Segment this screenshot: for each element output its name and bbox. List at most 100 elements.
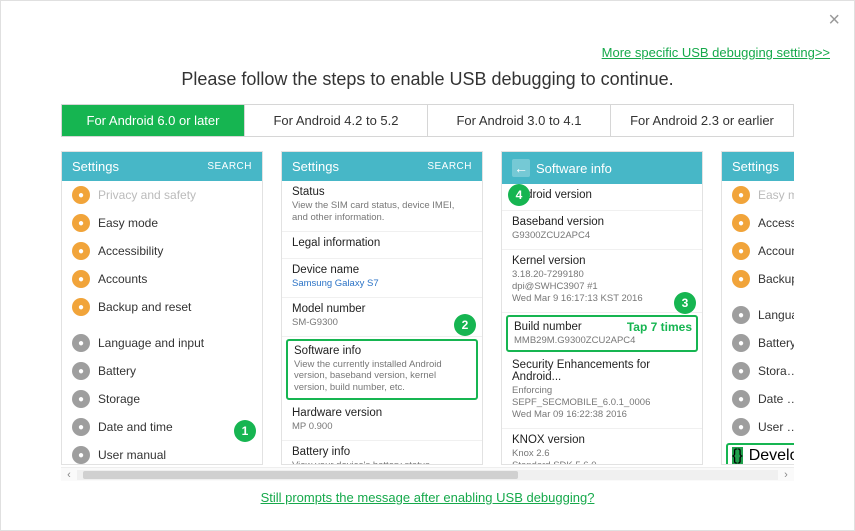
info-title: KNOX version [512, 434, 692, 446]
panel1-title: Settings [72, 159, 119, 174]
info-sub: Knox 2.6 Standard SDK 5.6.0 Premium SDK … [512, 448, 692, 464]
panel3-header: ← Software info [502, 152, 702, 184]
list-item[interactable]: ● Access [722, 209, 794, 237]
page-title: Please follow the steps to enable USB de… [1, 69, 854, 90]
scroll-thumb[interactable] [83, 471, 518, 479]
list-label: Backup [758, 272, 794, 286]
list-item[interactable]: ●Langua [722, 301, 794, 329]
setting-icon: ● [72, 298, 90, 316]
info-block[interactable]: Kernel version 3.18.20-7299180 dpi@SWHC39… [502, 250, 702, 313]
info-title: Security Enhancements for Android... [512, 359, 692, 383]
list-item[interactable]: ●Accoun [722, 237, 794, 265]
setting-icon: ● [72, 446, 90, 464]
list-item[interactable]: ●Date an [722, 385, 794, 413]
panel2-header: Settings SEARCH [282, 152, 482, 181]
info-block[interactable]: Battery infoView your device's battery s… [282, 441, 482, 464]
list-label: User manual [98, 448, 252, 462]
back-icon[interactable]: ← [512, 159, 530, 177]
list-label: Accessibility [98, 244, 252, 258]
panel-settings-2: Settings SEARCH StatusView the SIM card … [281, 151, 483, 465]
list-item[interactable]: ● User manual [62, 441, 262, 464]
list-item[interactable]: ● Storage [62, 385, 262, 413]
setting-icon: ● [732, 334, 750, 352]
tab-android-6[interactable]: For Android 6.0 or later [62, 105, 245, 136]
panel1-search[interactable]: SEARCH [207, 161, 252, 172]
list-item[interactable]: ● Battery [722, 329, 794, 357]
scroll-track[interactable] [77, 470, 778, 480]
info-block[interactable]: StatusView the SIM card status, device I… [282, 181, 482, 232]
panel3-title: Software info [536, 161, 612, 176]
setting-icon: ● [72, 362, 90, 380]
step-3-badge: 3 [674, 292, 696, 314]
list-label: Backup and reset [98, 300, 252, 314]
info-block[interactable]: Baseband versionG9300ZCU2APC4 [502, 211, 702, 250]
info-sub: 3.18.20-7299180 dpi@SWHC3907 #1 Wed Mar … [512, 269, 692, 305]
tab-android-30-41[interactable]: For Android 3.0 to 4.1 [428, 105, 611, 136]
scroll-right-icon[interactable]: › [778, 469, 794, 481]
info-title: Battery info [292, 446, 472, 458]
info-block[interactable]: Security Enhancements for Android...Enfo… [502, 354, 702, 429]
info-title: Hardware version [292, 407, 472, 419]
list-label: Storage [758, 364, 794, 378]
list-item[interactable]: ●Privacy and safety [62, 181, 262, 209]
list-item[interactable]: ●Backup [722, 265, 794, 293]
info-block[interactable]: Device name Samsung Galaxy S7 [282, 259, 482, 298]
panel2-search[interactable]: SEARCH [427, 161, 472, 172]
step-2-badge: 2 [454, 314, 476, 336]
info-sub: Samsung Galaxy S7 [292, 278, 472, 290]
software-info-title: Software info [294, 345, 470, 357]
info-block[interactable]: Model number SM-G9300 [282, 298, 482, 337]
list-label: Langua [758, 308, 794, 322]
info-title: Kernel version [512, 255, 692, 267]
step-1-badge: 1 [234, 420, 256, 442]
setting-icon: ● [732, 418, 750, 436]
list-label: Battery [758, 336, 794, 350]
setting-icon: ● [72, 390, 90, 408]
tab-android-42-52[interactable]: For Android 4.2 to 5.2 [245, 105, 428, 136]
info-block[interactable]: KNOX version Knox 2.6 Standard SDK 5.6.0 … [502, 429, 702, 464]
horizontal-scrollbar[interactable]: ‹ › [61, 467, 794, 481]
setting-icon: ● [72, 214, 90, 232]
android-version-tabs: For Android 6.0 or later For Android 4.2… [61, 104, 794, 137]
list-item[interactable]: ●Accessibility [62, 237, 262, 265]
info-title: Device name [292, 264, 472, 276]
more-usb-settings-link[interactable]: More specific USB debugging setting>> [602, 45, 830, 60]
software-info-highlight[interactable]: Software info View the currently install… [286, 339, 478, 401]
scroll-left-icon[interactable]: ‹ [61, 469, 77, 481]
info-sub: Enforcing SEPF_SECMOBILE_6.0.1_0006 Wed … [512, 385, 692, 421]
info-title: Legal information [292, 237, 472, 249]
panel4-header: Settings [722, 152, 794, 181]
list-item[interactable]: ● Storage [722, 357, 794, 385]
instruction-panels: Settings SEARCH ●Privacy and safety ●Eas… [61, 151, 794, 481]
info-title: Baseband version [512, 216, 692, 228]
list-item[interactable]: ●Accounts [62, 265, 262, 293]
info-block[interactable]: Legal information [282, 232, 482, 259]
list-item[interactable]: ● Battery [62, 357, 262, 385]
setting-icon: ● [732, 362, 750, 380]
setting-icon: ● [732, 390, 750, 408]
developer-label: Develop [749, 447, 794, 464]
list-label: Accoun [758, 244, 794, 258]
info-title: Model number [292, 303, 472, 315]
list-label: Access [758, 216, 794, 230]
list-item[interactable]: ●Language and input [62, 329, 262, 357]
info-block[interactable]: Android version [502, 184, 702, 211]
setting-icon: ● [72, 334, 90, 352]
tab-android-23[interactable]: For Android 2.3 or earlier [611, 105, 793, 136]
list-item[interactable]: ●User ma [722, 413, 794, 441]
developer-options-highlight[interactable]: {} Develop [726, 443, 794, 464]
info-block[interactable]: Hardware versionMP 0.900 [282, 402, 482, 441]
setting-icon: ● [732, 214, 750, 232]
setting-icon: ● [72, 418, 90, 436]
info-title: Status [292, 186, 472, 198]
panel1-header: Settings SEARCH [62, 152, 262, 181]
list-label: Battery [98, 364, 252, 378]
list-item[interactable]: ● Backup and reset [62, 293, 262, 321]
close-button[interactable]: × [828, 9, 840, 32]
list-item[interactable]: ●Easy mode [62, 209, 262, 237]
list-label: Storage [98, 392, 252, 406]
list-item[interactable]: ●Easy m [722, 181, 794, 209]
list-item[interactable]: ●Date and time [62, 413, 262, 441]
still-prompts-link[interactable]: Still prompts the message after enabling… [261, 490, 595, 505]
info-sub: SM-G9300 [292, 317, 472, 329]
